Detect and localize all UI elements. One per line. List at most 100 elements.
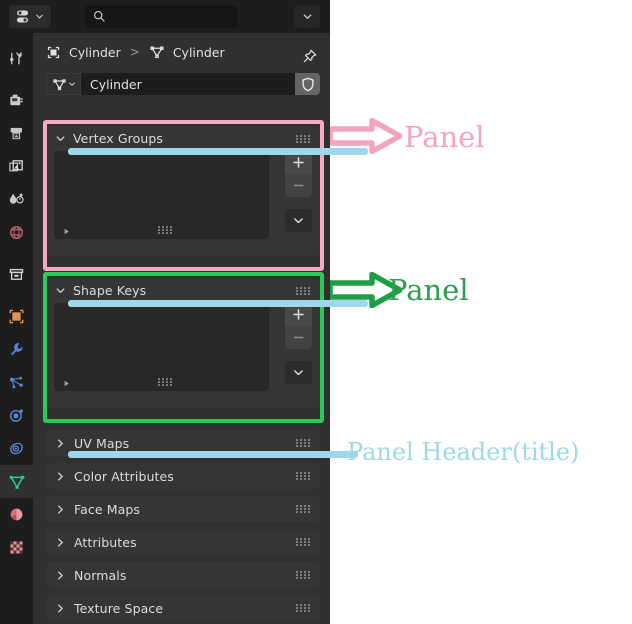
editor-type-selector[interactable] <box>9 5 51 28</box>
panel-attributes[interactable]: Attributes <box>46 529 320 555</box>
datablock-name-row: Cylinder <box>46 73 320 95</box>
drag-grip-icon[interactable] <box>296 287 310 295</box>
chevron-right-icon[interactable] <box>55 471 66 482</box>
drag-grip-icon[interactable] <box>296 571 310 579</box>
breadcrumb: Cylinder > Cylinder <box>33 38 330 66</box>
breadcrumb-data-name[interactable]: Cylinder <box>173 45 225 60</box>
panel-title-normals: Normals <box>74 567 127 583</box>
drag-grip-icon[interactable] <box>158 378 172 386</box>
panel-title-texture-space: Texture Space <box>74 600 164 616</box>
sidebar-item-world[interactable] <box>0 216 33 249</box>
panel-title-uv-maps: UV Maps <box>74 435 130 451</box>
panel-title-vertex-groups: Vertex Groups <box>73 131 164 146</box>
annotation-label-panel-header-title: Panel Header(title) <box>347 438 580 466</box>
view-layer-images-icon <box>9 160 23 172</box>
minus-icon <box>293 184 304 187</box>
sidebar-item-object[interactable] <box>0 300 33 333</box>
triangle-right-icon[interactable] <box>62 221 71 240</box>
properties-content: Cylinder > Cylinder Cylinder Vertex Grou… <box>33 33 330 624</box>
chevron-down-icon <box>68 82 75 86</box>
chevron-right-icon[interactable] <box>55 537 66 548</box>
chevron-down-icon <box>36 14 43 19</box>
panel-title-shape-keys: Shape Keys <box>73 283 147 298</box>
panel-body-vertex-groups <box>46 151 320 247</box>
sidebar-item-render[interactable] <box>0 84 33 117</box>
object-square-icon <box>9 309 24 324</box>
drag-grip-icon[interactable] <box>296 135 310 143</box>
panel-texture-space[interactable]: Texture Space <box>46 595 320 621</box>
particles-icon <box>10 376 23 389</box>
plus-icon <box>293 309 304 320</box>
mesh-data-triangle-icon <box>9 475 24 489</box>
datablock-name-value: Cylinder <box>90 76 142 92</box>
drag-grip-icon[interactable] <box>296 505 310 513</box>
texture-checker-icon <box>10 541 23 554</box>
collection-box-icon <box>9 268 24 280</box>
panel-body-shape-keys <box>46 303 320 399</box>
editor-header <box>0 0 330 33</box>
datablock-browse-button[interactable] <box>46 73 81 95</box>
material-sphere-icon <box>10 508 23 521</box>
panel-normals[interactable]: Normals <box>46 562 320 588</box>
chevron-down-icon[interactable] <box>55 285 66 296</box>
annotation-underline-uv-maps-header <box>68 451 358 458</box>
chevron-right-icon[interactable] <box>55 570 66 581</box>
panel-title-color-attributes: Color Attributes <box>74 468 174 484</box>
physics-orbit-icon <box>9 409 23 422</box>
vertex-groups-list-footer <box>54 221 269 239</box>
panel-vertex-groups: Vertex Groups <box>46 126 320 256</box>
sidebar-item-view-layer[interactable] <box>0 150 33 183</box>
chevron-right-icon[interactable] <box>55 603 66 614</box>
world-globe-icon <box>10 226 23 239</box>
chevron-right-icon[interactable] <box>55 438 66 449</box>
sidebar-item-particles[interactable] <box>0 366 33 399</box>
sidebar-item-material[interactable] <box>0 498 33 531</box>
sidebar-item-object-constraints[interactable] <box>0 432 33 465</box>
annotation-underline-vertex-groups-header <box>68 148 368 155</box>
drag-grip-icon[interactable] <box>296 439 310 447</box>
pin-icon <box>303 49 317 63</box>
chevron-down-icon <box>294 218 303 224</box>
datablock-name-input[interactable]: Cylinder <box>81 73 295 95</box>
sidebar-item-scene[interactable] <box>0 183 33 216</box>
annotation-arrow-pink <box>330 118 402 154</box>
breadcrumb-object-name[interactable]: Cylinder <box>69 45 121 60</box>
header-options-button[interactable] <box>294 5 320 28</box>
drag-grip-icon[interactable] <box>296 472 310 480</box>
pin-button[interactable] <box>302 48 318 68</box>
drag-grip-icon[interactable] <box>296 538 310 546</box>
annotation-label-panel-green: Panel <box>388 273 469 307</box>
panel-color-attributes[interactable]: Color Attributes <box>46 463 320 489</box>
mesh-data-triangle-icon <box>150 46 164 59</box>
constraints-icon <box>10 442 23 455</box>
sidebar-item-texture[interactable] <box>0 531 33 564</box>
panel-face-maps[interactable]: Face Maps <box>46 496 320 522</box>
sidebar-item-modifiers[interactable] <box>0 333 33 366</box>
search-input[interactable] <box>85 5 238 28</box>
shape-key-remove-button[interactable] <box>285 326 312 349</box>
chevron-down-icon <box>294 370 303 376</box>
annotation-underline-shape-keys-header <box>68 300 368 307</box>
chevron-right-icon[interactable] <box>55 504 66 515</box>
drag-grip-icon[interactable] <box>296 604 310 612</box>
shape-key-specials-button[interactable] <box>285 361 312 384</box>
vertex-group-specials-button[interactable] <box>285 209 312 232</box>
sidebar-item-collection[interactable] <box>0 258 33 291</box>
vertex-group-remove-button[interactable] <box>285 174 312 197</box>
shape-keys-list-footer <box>54 373 269 391</box>
sidebar-item-output[interactable] <box>0 117 33 150</box>
plus-icon <box>293 157 304 168</box>
drag-grip-icon[interactable] <box>158 226 172 234</box>
fake-user-button[interactable] <box>295 73 320 95</box>
sidebar-item-physics[interactable] <box>0 399 33 432</box>
output-printer-icon <box>10 127 22 140</box>
sidebar-item-tool[interactable] <box>0 42 33 75</box>
chevron-down-icon[interactable] <box>55 133 66 144</box>
shape-keys-list[interactable] <box>54 303 269 391</box>
vertex-groups-list[interactable] <box>54 151 269 239</box>
sidebar-item-object-data[interactable] <box>0 465 33 498</box>
render-camera-icon <box>10 94 23 106</box>
properties-tab-strip <box>0 33 33 624</box>
minus-icon <box>293 336 304 339</box>
triangle-right-icon[interactable] <box>62 373 71 392</box>
